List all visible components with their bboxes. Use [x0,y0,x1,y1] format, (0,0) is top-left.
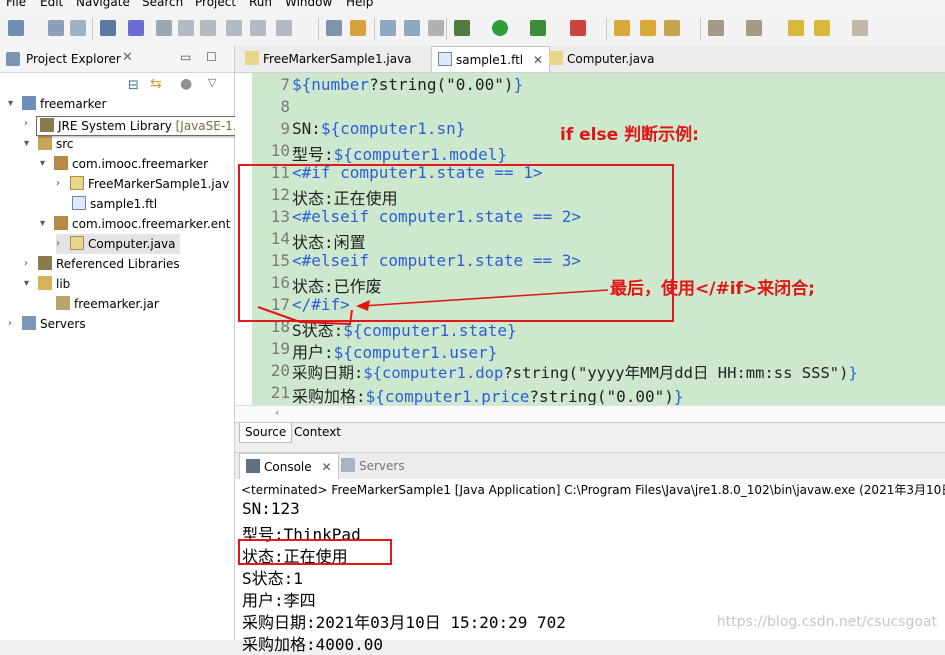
horizontal-scrollbar[interactable]: ‹ [235,405,945,423]
console-line: 采购加格:4000.00 [242,635,384,654]
console-line: 采购日期:2021年03月10日 15:20:29 702 [242,613,566,632]
tab-source[interactable]: Source [239,423,293,443]
scroll-left-icon[interactable]: ‹ [275,406,279,419]
servers-icon [341,458,355,472]
arrow-line [361,289,609,307]
console-line: 用户:李四 [242,591,316,610]
output-highlight [238,539,392,565]
source-tab-bar: Source Context [235,422,945,443]
console-output[interactable]: <terminated> FreeMarkerSample1 [Java App… [235,479,945,654]
tab-context[interactable]: Context [289,423,346,442]
tab-servers[interactable]: Servers [335,453,411,478]
console-icon [246,459,260,473]
console-line: S状态:1 [242,569,303,588]
tab-console[interactable]: Console ✕ [239,453,339,479]
console-line: SN:123 [242,499,300,518]
underline-stroke [257,306,353,326]
arrow-head [356,300,370,311]
console-status: <terminated> FreeMarkerSample1 [Java App… [241,483,945,497]
close-icon[interactable]: ✕ [321,460,331,474]
watermark: https://blog.csdn.net/csucsgoat [716,614,937,630]
console-tab-bar: Console ✕ Servers [235,452,945,480]
